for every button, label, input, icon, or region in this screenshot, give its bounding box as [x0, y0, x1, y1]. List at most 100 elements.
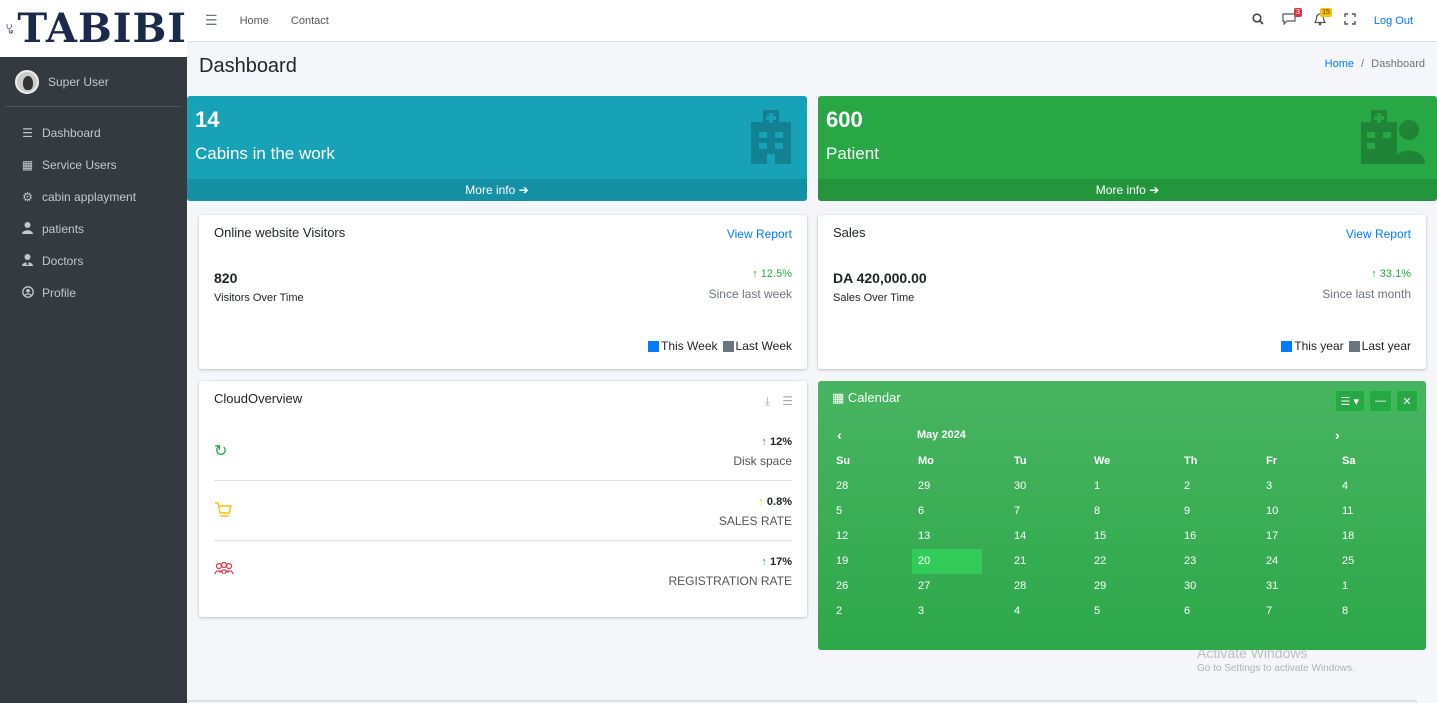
calendar-day[interactable]: 5 [1088, 599, 1158, 624]
calendar-month-label[interactable]: May 2024 [917, 429, 966, 441]
fullscreen-icon[interactable] [1344, 13, 1356, 28]
download-icon[interactable]: ⤓ [765, 394, 770, 409]
brand[interactable]: TABIBI [0, 0, 187, 57]
calendar-day[interactable]: 4 [1008, 599, 1078, 624]
calendar-day[interactable]: 19 [830, 549, 900, 574]
calendar-day[interactable]: 3 [1260, 474, 1330, 499]
calendar-day[interactable]: 15 [1088, 524, 1158, 549]
calendar-day[interactable]: 24 [1260, 549, 1330, 574]
legend-swatch-last-week [722, 340, 734, 352]
calendar-day[interactable]: 11 [1336, 499, 1406, 524]
windows-watermark-title: Activate Windows [1197, 645, 1308, 661]
breadcrumb-home-link[interactable]: Home [1325, 58, 1354, 70]
calendar-day[interactable]: 26 [830, 574, 900, 599]
calendar-day[interactable]: 1 [1336, 574, 1406, 599]
calendar-day[interactable]: 3 [912, 599, 982, 624]
calendar-day[interactable]: 28 [1008, 574, 1078, 599]
calendar-next-button[interactable]: › [1335, 427, 1340, 443]
calendar-close-button[interactable]: ✕ [1396, 390, 1418, 412]
calendar-day[interactable]: 23 [1178, 549, 1248, 574]
calendar-day[interactable]: 22 [1088, 549, 1158, 574]
calendar-day[interactable]: 16 [1178, 524, 1248, 549]
legend-last-year: Last year [1361, 339, 1411, 353]
calendar-day[interactable]: 8 [1088, 499, 1158, 524]
calendar-day[interactable]: 7 [1008, 499, 1078, 524]
sales-since: Since last month [1322, 287, 1411, 301]
patients-label: Patient [826, 144, 879, 163]
calendar-day[interactable]: 5 [830, 499, 900, 524]
logout-link[interactable]: Log Out [1374, 15, 1413, 27]
calendar-day[interactable]: 14 [1008, 524, 1078, 549]
calendar-day[interactable]: 12 [830, 524, 900, 549]
sidebar-item-dashboard[interactable]: ☰ Dashboard [0, 117, 187, 149]
brand-name: TABIBI [17, 4, 187, 52]
cloud-row-disk-space: ↻ ↑ 12% Disk space [214, 421, 792, 481]
sidebar-item-label: Doctors [42, 254, 84, 268]
calendar-weekday-header: Tu [1014, 455, 1027, 467]
cloud-overview-title: CloudOverview [214, 391, 303, 406]
user-panel[interactable]: Super User [5, 57, 182, 107]
calendar-prev-button[interactable]: ‹ [837, 427, 842, 443]
arrow-circle-right-icon: ➔ [518, 183, 529, 197]
arrow-up-icon: ↑ [1371, 268, 1377, 280]
calendar-day[interactable]: 8 [1336, 599, 1406, 624]
calendar-day[interactable]: 17 [1260, 524, 1330, 549]
cart-icon [215, 502, 232, 517]
bars-icon[interactable]: ☰ [782, 394, 793, 409]
messages-badge: 3 [1293, 8, 1302, 17]
calendar-day[interactable]: 6 [1178, 599, 1248, 624]
calendar-collapse-button[interactable]: — [1369, 390, 1392, 412]
sales-view-report-link[interactable]: View Report [1346, 227, 1411, 241]
calendar-day[interactable]: 2 [830, 599, 900, 624]
calendar-day[interactable]: 21 [1008, 549, 1078, 574]
sidebar-item-doctors[interactable]: Doctors [0, 245, 187, 277]
calendar-day[interactable]: 31 [1260, 574, 1330, 599]
sales-rate-value: 0.8% [766, 496, 792, 508]
calendar-day[interactable]: 10 [1260, 499, 1330, 524]
sidebar-item-label: patients [42, 222, 85, 236]
calendar-day[interactable]: 30 [1178, 574, 1248, 599]
calendar-day[interactable]: 13 [912, 524, 982, 549]
visitors-card: Online website Visitors View Report 820 … [199, 215, 807, 369]
visitors-view-report-link[interactable]: View Report [727, 227, 792, 241]
calendar-day[interactable]: 2 [1178, 474, 1248, 499]
calendar-day[interactable]: 28 [830, 474, 900, 499]
calendar-day[interactable]: 1 [1088, 474, 1158, 499]
messages-icon[interactable]: 3 [1282, 8, 1302, 28]
calendar-day-today[interactable]: 20 [912, 549, 982, 574]
bell-icon[interactable]: 15 [1313, 7, 1332, 29]
sales-legend: This year Last year [1276, 339, 1411, 353]
sidebar-item-cabin-applayment[interactable]: ⚙ cabin applayment [0, 181, 187, 213]
patients-count: 600 [826, 107, 863, 132]
calendar-title-label: Calendar [847, 390, 901, 405]
calendar-menu-button[interactable]: ☰ ▾ [1334, 390, 1365, 412]
calendar-day[interactable]: 30 [1008, 474, 1078, 499]
nav-contact-link[interactable]: Contact [291, 15, 329, 27]
patients-more-info-link[interactable]: More info ➔ [818, 179, 1437, 201]
calendar-day[interactable]: 29 [912, 474, 982, 499]
visitors-change: ↑ 12.5% [752, 268, 792, 280]
search-icon[interactable] [1252, 13, 1264, 28]
calendar-weekday-header: Fr [1266, 455, 1277, 467]
cabins-more-info-link[interactable]: More info ➔ [187, 179, 807, 201]
sidebar: TABIBI Super User ☰ Dashboard ▦ Service … [0, 0, 187, 703]
calendar-day[interactable]: 25 [1336, 549, 1406, 574]
sidebar-item-service-users[interactable]: ▦ Service Users [0, 149, 187, 181]
hamburger-menu-icon[interactable]: ☰ [205, 12, 218, 29]
topbar-right: 3 15 Log Out [1252, 7, 1437, 29]
visitors-since: Since last week [708, 287, 792, 301]
disk-space-pct: ↑ 12% [761, 436, 792, 448]
calendar-day[interactable]: 7 [1260, 599, 1330, 624]
calendar-day[interactable]: 9 [1178, 499, 1248, 524]
legend-this-year: This year [1294, 339, 1344, 353]
nav-home-link[interactable]: Home [240, 15, 269, 27]
patients-stat-box: 600 Patient More info ➔ [818, 96, 1437, 201]
calendar-day[interactable]: 4 [1336, 474, 1406, 499]
calendar-day[interactable]: 18 [1336, 524, 1406, 549]
calendar-day[interactable]: 27 [912, 574, 982, 599]
sidebar-item-patients[interactable]: patients [0, 213, 187, 245]
sales-sub-label: Sales Over Time [833, 292, 915, 304]
calendar-day[interactable]: 6 [912, 499, 982, 524]
calendar-day[interactable]: 29 [1088, 574, 1158, 599]
sidebar-item-profile[interactable]: Profile [0, 277, 187, 309]
